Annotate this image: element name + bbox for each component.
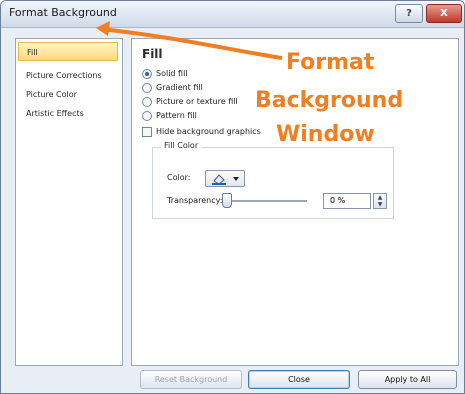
fill-color-group: Fill Color Color: Transparency: 0 % ▲ ▼ — [152, 141, 394, 219]
close-window-button[interactable]: X — [426, 4, 462, 23]
option-label: Gradient fill — [156, 83, 203, 92]
annotation-format: Format — [286, 50, 375, 75]
annotation-background: Background — [255, 88, 404, 113]
option-label: Hide background graphics — [156, 127, 261, 136]
radio-button[interactable] — [142, 83, 152, 93]
apply-to-all-button[interactable]: Apply to All — [358, 370, 457, 389]
chevron-down-icon — [233, 177, 239, 181]
sidebar-item-artistic-effects[interactable]: Artistic Effects — [18, 104, 118, 123]
category-sidebar: Fill Picture Corrections Picture Color A… — [15, 38, 123, 366]
close-button[interactable]: Close — [248, 370, 350, 389]
reset-background-button[interactable]: Reset Background — [140, 370, 242, 389]
option-label: Picture or texture fill — [156, 97, 238, 106]
option-label: Solid fill — [156, 69, 188, 78]
sidebar-item-fill[interactable]: Fill — [18, 42, 118, 61]
help-button[interactable]: ? — [395, 4, 423, 23]
spin-up-icon[interactable]: ▲ — [374, 194, 386, 201]
annotation-window: Window — [276, 122, 375, 147]
paint-bucket-icon — [212, 174, 239, 185]
color-picker-button[interactable] — [205, 170, 245, 187]
title-bar[interactable]: Format Background ? X — [1, 1, 464, 28]
panel-title: Fill — [142, 47, 163, 61]
radio-button[interactable] — [142, 69, 152, 79]
format-background-dialog: Format Background ? X Fill Picture Corre… — [0, 0, 465, 394]
fill-color-legend: Fill Color — [161, 141, 202, 150]
sidebar-item-picture-corrections[interactable]: Picture Corrections — [18, 66, 118, 85]
spin-down-icon[interactable]: ▼ — [374, 201, 386, 208]
radio-button[interactable] — [142, 111, 152, 121]
transparency-slider-track[interactable] — [225, 200, 307, 202]
color-label: Color: — [167, 173, 191, 182]
transparency-spinner[interactable]: ▲ ▼ — [373, 193, 387, 209]
radio-button[interactable] — [142, 97, 152, 107]
transparency-input[interactable]: 0 % — [323, 193, 371, 209]
transparency-slider-thumb[interactable] — [222, 193, 232, 208]
transparency-label: Transparency: — [167, 196, 223, 205]
sidebar-item-picture-color[interactable]: Picture Color — [18, 85, 118, 104]
checkbox[interactable] — [142, 127, 152, 137]
dialog-title: Format Background — [9, 6, 117, 19]
option-label: Pattern fill — [156, 111, 197, 120]
